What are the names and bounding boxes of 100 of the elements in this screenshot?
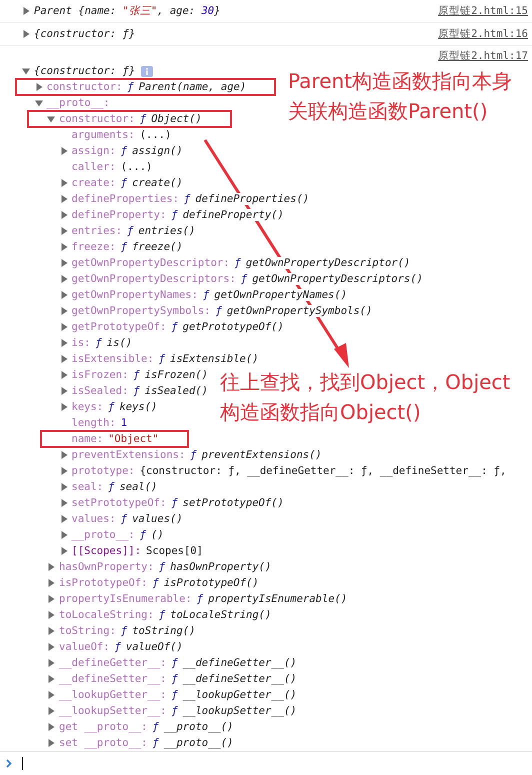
expand-arrow-icon[interactable] xyxy=(60,243,68,251)
property-value: ƒ isSealed() xyxy=(133,385,208,397)
property-key: assign: xyxy=(72,145,116,157)
expand-arrow-icon[interactable] xyxy=(60,355,68,363)
expand-arrow-icon[interactable] xyxy=(60,179,68,187)
property-key: hasOwnProperty: xyxy=(59,561,154,573)
property-key: isFrozen: xyxy=(72,369,128,381)
expand-arrow-icon[interactable] xyxy=(47,723,55,731)
property-key: caller: xyxy=(72,161,116,173)
property-key: getOwnPropertySymbols: xyxy=(72,305,211,317)
property-key: get __proto__: xyxy=(59,721,148,733)
property-key: constructor: xyxy=(59,113,135,125)
property-key: __defineSetter__: xyxy=(59,673,166,685)
property-value: Scopes[0] xyxy=(146,545,203,557)
property-key: values: xyxy=(72,513,116,525)
property-key: __lookupSetter__: xyxy=(59,705,166,717)
property-value: ƒ valueOf() xyxy=(114,641,183,653)
expand-arrow-icon[interactable] xyxy=(60,195,68,203)
property-key: freeze: xyxy=(72,241,116,253)
collapse-arrow-icon[interactable] xyxy=(34,99,42,107)
property-value: ƒ getOwnPropertySymbols() xyxy=(216,305,372,317)
expand-arrow-icon[interactable] xyxy=(47,595,55,603)
property-value: ƒ __defineSetter__() xyxy=(171,673,297,685)
property-key: isSealed: xyxy=(72,385,128,397)
expand-arrow-icon[interactable] xyxy=(47,627,55,635)
property-value: ƒ __defineGetter__() xyxy=(171,657,297,669)
property-key: valueOf: xyxy=(59,641,110,653)
prompt-chevron-icon xyxy=(6,759,12,768)
expand-arrow-icon[interactable] xyxy=(47,675,55,683)
collapse-arrow-icon[interactable] xyxy=(22,67,30,75)
expand-arrow-icon[interactable] xyxy=(60,515,68,523)
log-preview: Parent {name: "张三", age: 30} xyxy=(34,4,220,18)
expand-arrow-icon[interactable] xyxy=(34,83,42,91)
property-value: ƒ Parent(name, age) xyxy=(127,81,246,93)
property-key: [[Scopes]]: xyxy=(72,545,142,557)
property-value: ƒ getOwnPropertyNames() xyxy=(202,289,348,301)
property-key: keys: xyxy=(72,401,104,413)
property-key: toLocaleString: xyxy=(59,609,154,621)
property-value: ƒ propertyIsEnumerable() xyxy=(196,593,348,605)
expand-arrow-icon[interactable] xyxy=(60,483,68,491)
log-preview: {constructor: ƒ} xyxy=(34,28,136,40)
property-value: ƒ __proto__() xyxy=(152,737,234,749)
expand-arrow-icon[interactable] xyxy=(47,707,55,715)
property-value: ƒ isExtensible() xyxy=(158,353,259,365)
property-key: isPrototypeOf: xyxy=(59,577,148,589)
expand-arrow-icon[interactable] xyxy=(22,7,30,15)
source-link[interactable]: 原型链2.html:17 xyxy=(438,49,528,63)
expand-arrow-icon[interactable] xyxy=(47,739,55,747)
expand-arrow-icon[interactable] xyxy=(60,451,68,459)
expand-arrow-icon[interactable] xyxy=(47,691,55,699)
expand-arrow-icon[interactable] xyxy=(47,659,55,667)
expand-arrow-icon[interactable] xyxy=(47,643,55,651)
expand-arrow-icon[interactable] xyxy=(60,531,68,539)
expand-arrow-icon[interactable] xyxy=(60,227,68,235)
property-key: propertyIsEnumerable: xyxy=(59,593,192,605)
property-value: ƒ __lookupGetter__() xyxy=(171,689,297,701)
property-value: "Object" xyxy=(108,433,159,445)
property-key: __lookupGetter__: xyxy=(59,689,166,701)
property-value: ƒ Object() xyxy=(140,113,202,125)
property-value: ƒ () xyxy=(140,529,164,541)
property-key: name: xyxy=(72,433,104,445)
property-value: ƒ getOwnPropertyDescriptor() xyxy=(234,257,410,269)
expand-arrow-icon[interactable] xyxy=(47,579,55,587)
expand-arrow-icon[interactable] xyxy=(60,403,68,411)
expand-arrow-icon[interactable] xyxy=(60,547,68,555)
property-value: {constructor: ƒ, __defineGetter__: ƒ, __defineSetter__: ƒ, xyxy=(140,465,506,477)
property-key: getPrototypeOf: xyxy=(72,321,166,333)
property-value: (...) xyxy=(120,161,152,173)
expand-arrow-icon[interactable] xyxy=(60,467,68,475)
expand-arrow-icon[interactable] xyxy=(60,211,68,219)
property-value: ƒ __proto__() xyxy=(152,721,234,733)
property-key: setPrototypeOf: xyxy=(72,497,166,509)
property-key: entries: xyxy=(72,225,122,237)
expand-arrow-icon[interactable] xyxy=(60,291,68,299)
property-key: arguments: xyxy=(72,129,135,141)
expand-arrow-icon[interactable] xyxy=(47,563,55,571)
property-value: ƒ entries() xyxy=(127,225,196,237)
source-link[interactable]: 原型链2.html:16 xyxy=(438,27,528,41)
property-value: ƒ defineProperties() xyxy=(184,193,310,205)
expand-arrow-icon[interactable] xyxy=(60,499,68,507)
property-key: __proto__: xyxy=(72,529,135,541)
expand-arrow-icon[interactable] xyxy=(60,275,68,283)
expand-arrow-icon[interactable] xyxy=(60,259,68,267)
collapse-arrow-icon[interactable] xyxy=(47,115,55,123)
expand-arrow-icon[interactable] xyxy=(60,147,68,155)
expand-arrow-icon[interactable] xyxy=(60,371,68,379)
property-key: isExtensible: xyxy=(72,353,154,365)
property-key: getOwnPropertyDescriptor: xyxy=(72,257,230,269)
property-value: (...) xyxy=(140,129,172,141)
expand-arrow-icon[interactable] xyxy=(47,611,55,619)
text-cursor xyxy=(22,757,23,770)
expand-arrow-icon[interactable] xyxy=(22,30,30,38)
source-link[interactable]: 原型链2.html:15 xyxy=(438,4,528,18)
expand-arrow-icon[interactable] xyxy=(60,387,68,395)
expand-arrow-icon[interactable] xyxy=(60,323,68,331)
property-value: ƒ defineProperty() xyxy=(171,209,284,221)
expand-arrow-icon[interactable] xyxy=(60,339,68,347)
expand-arrow-icon[interactable] xyxy=(60,307,68,315)
property-value: ƒ hasOwnProperty() xyxy=(158,561,272,573)
property-key: constructor: xyxy=(46,81,122,93)
